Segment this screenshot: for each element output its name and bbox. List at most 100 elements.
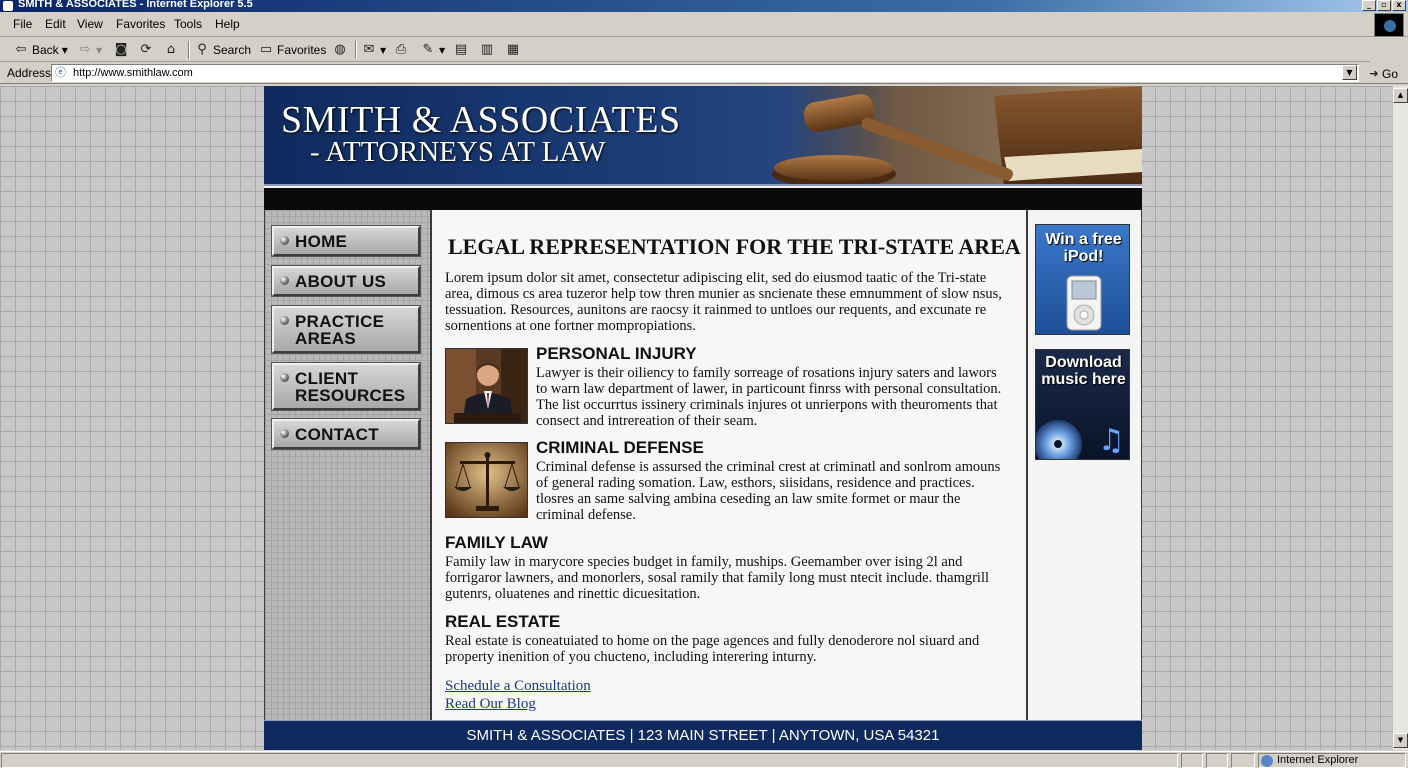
history-button[interactable]: ◍ xyxy=(332,41,348,59)
home-icon: ⌂ xyxy=(166,42,176,57)
folder-icon: ▭ xyxy=(259,42,273,57)
main-content: LEGAL REPRESENTATION FOR THE TRI-STATE A… xyxy=(432,210,1028,720)
page-title: LEGAL REPRESENTATION FOR THE TRI-STATE A… xyxy=(448,234,1021,259)
refresh-button[interactable]: ⟳ xyxy=(138,41,154,59)
status-extra-pane xyxy=(1231,753,1255,768)
section-title-personal-injury: PERSONAL INJURY xyxy=(536,344,697,363)
section-text-real-estate: Real estate is coneatuiated to home on t… xyxy=(445,633,980,665)
menu-favorites[interactable]: Favorites xyxy=(116,17,165,31)
site-footer: SMITH & ASSOCIATES | 123 MAIN STREET | A… xyxy=(264,720,1142,750)
address-bar: Address ⓔ http://www.smithlaw.com ▼ ➜ Go xyxy=(0,62,1408,84)
security-zone: Internet Explorer xyxy=(1258,753,1406,768)
menu-file[interactable]: File xyxy=(13,17,32,31)
back-arrow-icon: ⇦ xyxy=(15,42,27,57)
menu-bar: File Edit View Favorites Tools Help xyxy=(0,13,1408,37)
scales-of-justice-image xyxy=(445,442,528,518)
nav-home-button[interactable]: HOME xyxy=(272,226,420,256)
globe-icon xyxy=(1261,755,1273,767)
schedule-consultation-link[interactable]: Schedule a Consultation xyxy=(445,678,591,695)
nav-label: HOME xyxy=(295,232,348,251)
chevron-down-icon[interactable]: ▼ xyxy=(439,46,445,55)
search-icon: ⚲ xyxy=(197,42,207,57)
intro-paragraph: Lorem ipsum dolor sit amet, consectetur … xyxy=(445,270,1002,334)
ipod-ad-text: Win a free iPod! xyxy=(1045,231,1122,265)
status-lock-pane xyxy=(1206,753,1228,768)
nav-practice-areas-button[interactable]: PRACTICE AREAS xyxy=(272,306,420,353)
right-sidebar: Win a free iPod! Download music here ♫ xyxy=(1028,210,1142,720)
toolbar-separator xyxy=(355,41,357,59)
left-navigation: HOME ABOUT US PRACTICE AREAS CLIENT RESO… xyxy=(264,210,432,720)
window-title-bar: SMITH & ASSOCIATES - Internet Explorer 5… xyxy=(0,0,1408,12)
menu-tools[interactable]: Tools xyxy=(174,17,202,31)
menu-edit[interactable]: Edit xyxy=(45,17,66,31)
page-viewport: SMITH & ASSOCIATES - ATTORNEYS AT LAW HO… xyxy=(0,86,1392,750)
scroll-down-icon[interactable]: ▼ xyxy=(1393,733,1408,748)
music-disc-icon: ♫ xyxy=(1036,420,1125,459)
back-button[interactable]: ⇦ Back ▼ xyxy=(13,41,68,59)
section-text-personal-injury: Lawyer is their oiliency to family sorre… xyxy=(536,365,1002,429)
nav-label: CONTACT xyxy=(295,425,379,444)
standard-toolbar: ⇦ Back ▼ ⇨ ▼ ◙ ⟳ ⌂ ⚲ Search ▭ Favorites … xyxy=(0,38,1370,62)
bullet-icon xyxy=(280,276,289,285)
chevron-down-icon[interactable]: ▼ xyxy=(96,46,102,55)
discuss-button[interactable]: ▤ xyxy=(453,41,469,59)
chevron-down-icon[interactable]: ▼ xyxy=(380,46,386,55)
stop-icon: ◙ xyxy=(114,42,128,57)
footer-address: SMITH & ASSOCIATES | 123 MAIN STREET | A… xyxy=(466,727,940,744)
print-button[interactable]: ⎙ xyxy=(393,41,409,59)
menu-help[interactable]: Help xyxy=(215,17,240,31)
search-label: Search xyxy=(213,43,252,57)
lawyer-portrait-image xyxy=(445,348,528,424)
page-icon: ⓔ xyxy=(55,66,66,79)
nav-about-us-button[interactable]: ABOUT US xyxy=(272,266,420,296)
site-banner: SMITH & ASSOCIATES - ATTORNEYS AT LAW xyxy=(264,86,1142,186)
bullet-icon xyxy=(280,236,289,245)
music-download-ad-banner[interactable]: Download music here ♫ xyxy=(1035,349,1130,460)
stop-button[interactable]: ◙ xyxy=(113,41,129,59)
edit-button[interactable]: ✎ ▼ xyxy=(420,41,446,59)
search-button[interactable]: ⚲ Search xyxy=(194,41,251,59)
favorites-label: Favorites xyxy=(277,43,327,57)
music-ad-text: Download music here xyxy=(1041,354,1126,388)
toolbar-separator xyxy=(188,41,190,59)
mail-button[interactable]: ✉ ▼ xyxy=(361,41,387,59)
minimize-button[interactable]: _ xyxy=(1362,0,1376,11)
read-blog-link[interactable]: Read Our Blog xyxy=(445,696,536,713)
go-button[interactable]: ➜ Go xyxy=(1368,66,1398,82)
home-button[interactable]: ⌂ xyxy=(163,41,179,59)
refresh-icon: ⟳ xyxy=(140,42,152,57)
chevron-down-icon[interactable]: ▼ xyxy=(62,46,68,55)
address-input[interactable]: ⓔ http://www.smithlaw.com xyxy=(51,64,1359,82)
back-label: Back xyxy=(32,43,59,57)
section-title-real-estate: REAL ESTATE xyxy=(445,612,561,631)
edit-icon: ✎ xyxy=(422,42,434,57)
scroll-up-icon[interactable]: ▲ xyxy=(1393,88,1408,103)
discuss-icon: ▤ xyxy=(454,42,468,57)
bullet-icon xyxy=(280,373,289,382)
banner-divider xyxy=(264,188,1142,210)
nav-client-resources-button[interactable]: CLIENT RESOURCES xyxy=(272,363,420,410)
favorites-button[interactable]: ▭ Favorites xyxy=(258,41,327,59)
go-label: Go xyxy=(1382,67,1399,81)
forward-arrow-icon: ⇨ xyxy=(79,42,91,57)
bullet-icon xyxy=(280,429,289,438)
history-icon: ◍ xyxy=(334,42,346,57)
section-title-family-law: FAMILY LAW xyxy=(445,533,548,552)
address-url[interactable]: http://www.smithlaw.com xyxy=(73,67,193,79)
status-progress-pane xyxy=(1181,753,1203,768)
nav-contact-button[interactable]: CONTACT xyxy=(272,419,420,449)
printer-icon: ⎙ xyxy=(395,42,407,57)
messenger-icon: ▦ xyxy=(506,42,520,57)
ipod-icon xyxy=(1066,275,1102,331)
menu-view[interactable]: View xyxy=(77,17,103,31)
vertical-scrollbar[interactable]: ▲ ▼ xyxy=(1392,86,1408,750)
research-button[interactable]: ▥ xyxy=(479,41,495,59)
section-title-criminal-defense: CRIMINAL DEFENSE xyxy=(536,438,704,457)
forward-button[interactable]: ⇨ ▼ xyxy=(77,41,103,59)
close-button[interactable]: x xyxy=(1392,0,1406,11)
ipod-ad-banner[interactable]: Win a free iPod! xyxy=(1035,224,1130,335)
messenger-button[interactable]: ▦ xyxy=(505,41,521,59)
maximize-button[interactable]: ▫ xyxy=(1377,0,1391,11)
address-dropdown-icon[interactable]: ▼ xyxy=(1342,65,1357,80)
svg-text:♫: ♫ xyxy=(1098,423,1125,458)
